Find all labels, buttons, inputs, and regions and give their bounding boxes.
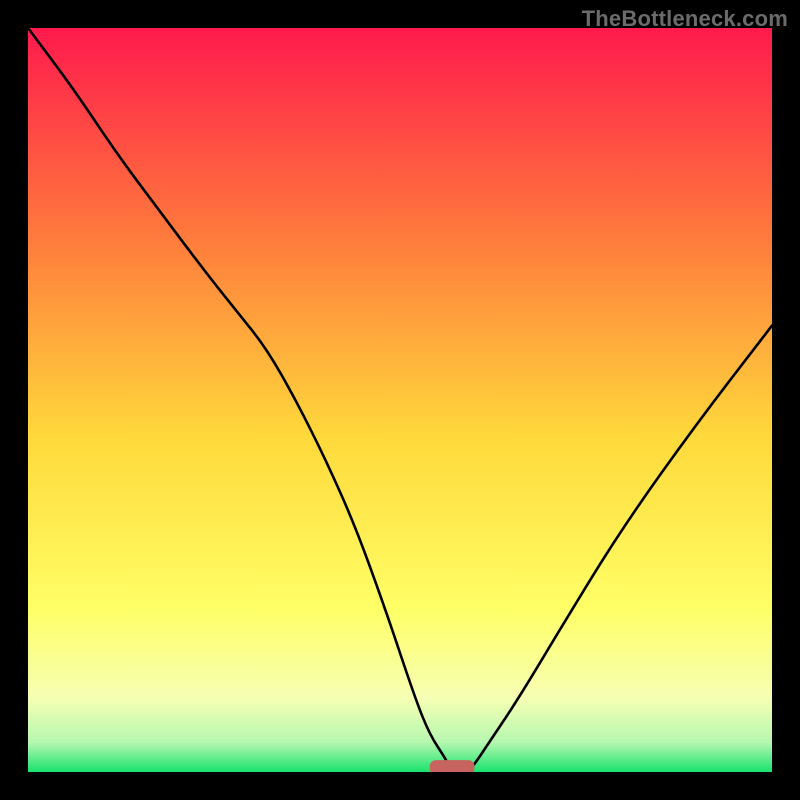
chart-frame: TheBottleneck.com	[0, 0, 800, 800]
chart-svg	[28, 28, 772, 772]
gradient-background	[28, 28, 772, 772]
plot-area	[28, 28, 772, 772]
watermark-text: TheBottleneck.com	[582, 6, 788, 32]
optimal-marker	[430, 760, 475, 772]
